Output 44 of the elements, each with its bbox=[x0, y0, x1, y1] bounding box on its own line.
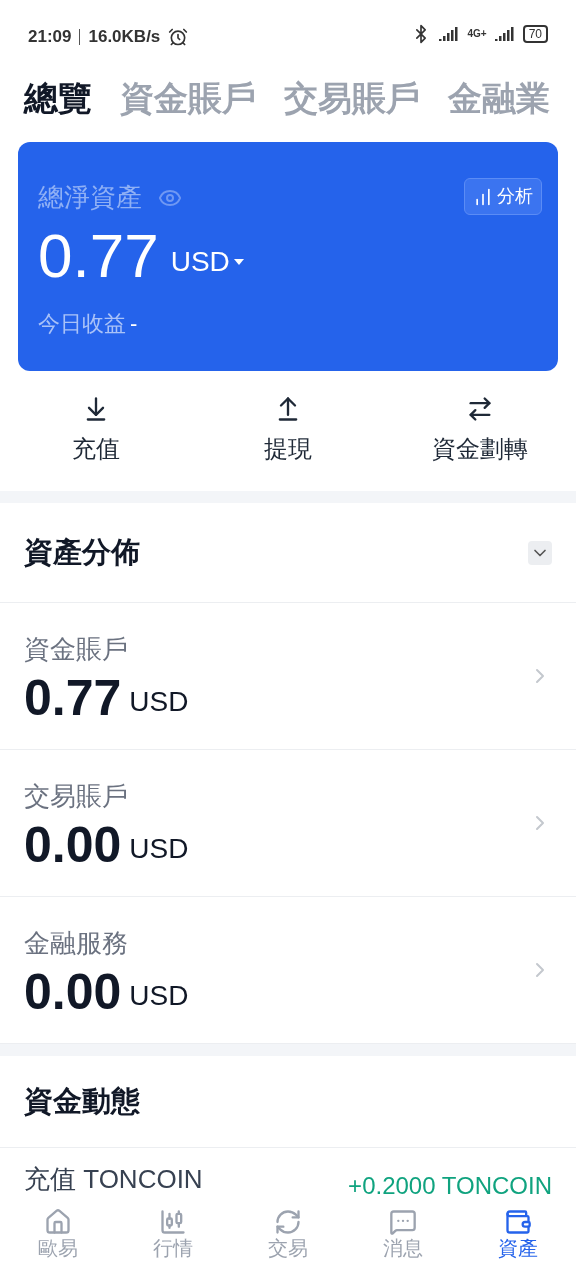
account-amount: 0.00 bbox=[24, 819, 122, 870]
network-type: 4G+ bbox=[467, 29, 487, 39]
chart-icon bbox=[473, 186, 493, 207]
total-amount: 0.77 bbox=[38, 225, 159, 287]
nav-tab[interactable]: 交易 bbox=[230, 1208, 346, 1280]
section-title: 資金動態 bbox=[24, 1083, 140, 1119]
activity-title: 充值 TONCOIN bbox=[24, 1163, 203, 1196]
refresh-icon bbox=[274, 1208, 302, 1236]
candlestick-icon bbox=[158, 1208, 187, 1236]
account-name: 金融服務 bbox=[24, 926, 129, 960]
account-name: 資金賬戶 bbox=[24, 632, 129, 666]
alarm-icon bbox=[168, 26, 189, 47]
clock-time: 21:09 bbox=[28, 26, 72, 48]
battery-icon: 70 bbox=[522, 25, 548, 43]
home-icon bbox=[43, 1208, 72, 1236]
total-assets-label: 總淨資產 bbox=[38, 181, 142, 214]
section-title: 資產分佈 bbox=[24, 534, 140, 570]
account-amount: 0.77 bbox=[24, 672, 122, 723]
today-earnings-value: - bbox=[130, 310, 138, 338]
account-currency: USD bbox=[129, 831, 189, 866]
nav-tab[interactable]: 行情 bbox=[115, 1208, 231, 1280]
analysis-button[interactable]: 分析 bbox=[464, 178, 542, 215]
account-row[interactable]: 交易賬戶 0.00 USD bbox=[0, 750, 576, 897]
nav-tab[interactable]: 消息 bbox=[345, 1208, 461, 1280]
network-speed: 16.0KB/s bbox=[88, 26, 161, 48]
currency-selector[interactable]: USD bbox=[170, 241, 244, 283]
action-button[interactable]: 提現 bbox=[192, 395, 384, 467]
signal-icon bbox=[494, 27, 515, 41]
action-button[interactable]: 充值 bbox=[0, 395, 192, 467]
account-row[interactable]: 資金賬戶 0.77 USD bbox=[0, 603, 576, 750]
action-button[interactable]: 資金劃轉 bbox=[384, 395, 576, 467]
account-currency: USD bbox=[129, 978, 189, 1013]
nav-tab[interactable]: 歐易 bbox=[0, 1208, 116, 1280]
account-currency: USD bbox=[129, 684, 189, 719]
today-earnings-label: 今日收益 bbox=[38, 310, 126, 338]
nav-tab[interactable]: 資產 bbox=[460, 1208, 576, 1280]
wallet-icon bbox=[504, 1208, 533, 1236]
activity-amount: +0.2000 TONCOIN bbox=[348, 1171, 552, 1201]
account-name: 交易賬戶 bbox=[24, 779, 129, 813]
chat-icon bbox=[389, 1208, 418, 1236]
account-tab[interactable]: 總覽 bbox=[24, 72, 92, 124]
collapse-button[interactable] bbox=[528, 540, 552, 565]
signal-icon bbox=[439, 27, 460, 41]
account-amount: 0.00 bbox=[24, 966, 122, 1017]
